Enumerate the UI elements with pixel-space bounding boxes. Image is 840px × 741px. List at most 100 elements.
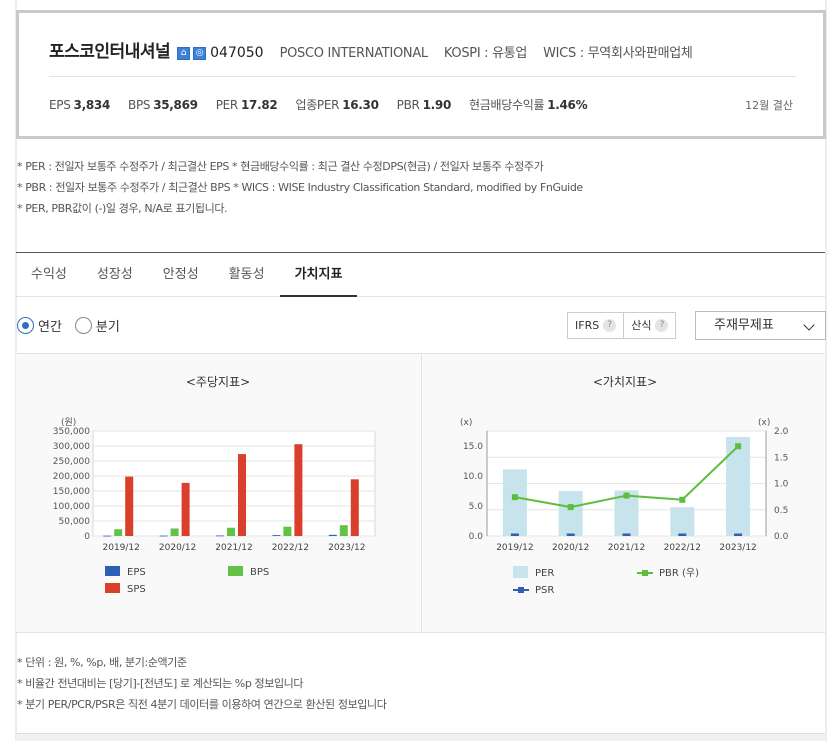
chart-separator bbox=[421, 353, 422, 633]
english-name: POSCO INTERNATIONAL bbox=[279, 46, 429, 61]
tab-valuation[interactable]: 가치지표 bbox=[279, 253, 358, 297]
fiscal-year-end: 12월 결산 bbox=[745, 99, 793, 112]
point-pbr bbox=[511, 494, 518, 501]
footnote-line: * 비율간 전년대비는 [당기]-[전년도] 로 계산되는 %p 정보입니다 bbox=[17, 677, 304, 690]
ir-icon[interactable]: ◎ bbox=[193, 47, 207, 60]
x-tick-label: 2023/12 bbox=[719, 543, 756, 553]
footnote-line: * 단위 : 원, %, %p, 배, 분기:순액기준 bbox=[17, 656, 187, 669]
y-tick-label: 0.0 bbox=[469, 532, 484, 542]
stat-pbr: PBR 1.90 bbox=[396, 98, 452, 112]
x-tick-label: 2020/12 bbox=[552, 543, 589, 553]
y2-tick-label: 1.5 bbox=[774, 453, 788, 463]
y-tick-label: 10.0 bbox=[463, 472, 483, 482]
home-icon[interactable]: ⌂ bbox=[177, 47, 191, 60]
ratio-tabs: 수익성 성장성 안정성 활동성 가치지표 bbox=[16, 253, 825, 297]
stock-code: 047050 bbox=[210, 45, 264, 61]
point-pbr bbox=[623, 492, 630, 499]
help-icon[interactable]: ? bbox=[603, 319, 617, 332]
chevron-down-icon bbox=[803, 319, 815, 331]
ifrs-label: IFRS bbox=[575, 319, 600, 332]
footnote-line: * 분기 PER/PCR/PSR은 직전 4분기 데이터를 이용하여 연간으로 … bbox=[17, 698, 387, 711]
stat-label: PBR bbox=[396, 98, 420, 112]
bar-eps bbox=[103, 535, 112, 537]
legend-label-bps: BPS bbox=[250, 567, 269, 578]
bar-sps bbox=[238, 454, 246, 536]
stat-dividend-yield: 현금배당수익률 1.46% bbox=[469, 96, 588, 113]
radio-quarterly-label[interactable]: 분기 bbox=[96, 316, 120, 335]
legend-label-pbr: PBR (우) bbox=[659, 567, 699, 579]
stat-bps: BPS 35,869 bbox=[128, 98, 198, 112]
tab-activity[interactable]: 활동성 bbox=[214, 253, 280, 297]
legend-label-per: PER bbox=[535, 568, 554, 579]
y-tick-label: 15.0 bbox=[463, 442, 483, 452]
legend-swatch-sps bbox=[105, 583, 120, 593]
valuation-chart: 0.0 0.5 1.0 1.5 2.0 0.0 5.0 10.0 15.0 (x) (x) 2019/… bbox=[460, 418, 789, 596]
y-axis-unit: (원) bbox=[61, 417, 76, 428]
y-tick-label: 300,000 bbox=[53, 442, 90, 452]
ifrs-button[interactable]: IFRS? bbox=[568, 313, 623, 338]
note-line: * PER : 전일자 보통주 수정주가 / 최근결산 EPS * 현금배당수익… bbox=[17, 160, 544, 173]
legend-swatch-eps bbox=[105, 566, 120, 576]
tab-profitability[interactable]: 수익성 bbox=[16, 253, 82, 297]
bar-bps bbox=[114, 529, 123, 536]
stat-value: 1.46% bbox=[547, 98, 588, 112]
wics-sector: WICS : 무역회사와판매업체 bbox=[543, 46, 693, 61]
bar-bps bbox=[283, 526, 292, 536]
legend-label-sps: SPS bbox=[127, 584, 146, 595]
legend-marker-pbr bbox=[642, 570, 648, 576]
stat-value: 3,834 bbox=[73, 98, 111, 112]
bar-psr bbox=[734, 533, 743, 536]
bottom-table-edge bbox=[16, 733, 825, 741]
stat-label: 업종PER bbox=[295, 98, 340, 112]
bar-sps bbox=[125, 476, 134, 536]
radio-annual[interactable] bbox=[17, 317, 34, 334]
stat-value: 17.82 bbox=[240, 98, 278, 112]
legend-marker-psr bbox=[518, 587, 524, 593]
radio-quarterly[interactable] bbox=[74, 317, 92, 334]
y2-tick-label: 1.0 bbox=[774, 480, 789, 490]
tab-growth[interactable]: 성장성 bbox=[82, 253, 148, 297]
chart-title-per-share: <주당지표> bbox=[185, 375, 251, 389]
company-title-row: 포스코인터내셔널 ⌂ ◎ 047050 POSCO INTERNATIONAL … bbox=[49, 37, 693, 62]
bar-psr bbox=[622, 533, 631, 536]
y-axis-unit: (x) bbox=[460, 418, 472, 428]
x-tick-label: 2023/12 bbox=[328, 543, 365, 553]
bar-per bbox=[726, 437, 751, 536]
y2-tick-label: 0.0 bbox=[774, 532, 789, 542]
radio-annual-label[interactable]: 연간 bbox=[38, 316, 62, 335]
bar-sps bbox=[350, 479, 359, 536]
y-tick-label: 5.0 bbox=[469, 502, 484, 512]
stat-value: 16.30 bbox=[342, 98, 379, 112]
legend-label-psr: PSR bbox=[535, 585, 554, 596]
x-tick-label: 2022/12 bbox=[272, 543, 309, 553]
x-tick-label: 2021/12 bbox=[215, 543, 252, 553]
stat-label: BPS bbox=[128, 98, 151, 112]
stat-industry-per: 업종PER 16.30 bbox=[295, 96, 379, 113]
x-tick-label: 2020/12 bbox=[159, 543, 196, 553]
y-tick-label: 250,000 bbox=[53, 457, 90, 467]
summary-divider bbox=[49, 76, 796, 77]
definition-notes: * PER : 전일자 보통주 수정주가 / 최근결산 EPS * 현금배당수익… bbox=[17, 156, 583, 219]
bar-eps bbox=[328, 534, 337, 536]
page-right-scroll-area bbox=[825, 0, 840, 741]
stat-label: 현금배당수익률 bbox=[469, 98, 545, 112]
per-share-chart: 0 50,000 100,000 150,000 200,000 250,000 300,0… bbox=[53, 417, 376, 595]
bar-eps bbox=[159, 535, 168, 537]
bar-bps bbox=[339, 525, 348, 536]
period-selector: 연간 분기 bbox=[17, 316, 133, 335]
stat-label: EPS bbox=[49, 98, 71, 112]
stat-label: PER bbox=[215, 98, 239, 112]
key-stats-row: EPS 3,834 BPS 35,869 PER 17.82 업종PER 16.30 P… bbox=[49, 96, 605, 113]
bar-per bbox=[558, 491, 583, 536]
formula-button[interactable]: 산식? bbox=[623, 313, 675, 338]
x-tick-label: 2019/12 bbox=[103, 543, 140, 553]
bar-per bbox=[670, 507, 695, 536]
legend-swatch-per bbox=[513, 566, 528, 578]
note-line: * PBR : 전일자 보통주 수정주가 / 최근결산 BPS * WICS :… bbox=[17, 181, 583, 194]
help-icon[interactable]: ? bbox=[655, 319, 669, 332]
company-name: 포스코인터내셔널 bbox=[49, 42, 171, 62]
tab-stability[interactable]: 안정성 bbox=[148, 253, 214, 297]
statement-select[interactable]: 주재무제표 bbox=[695, 311, 826, 340]
x-tick-label: 2021/12 bbox=[608, 543, 645, 553]
bar-sps bbox=[294, 444, 303, 536]
